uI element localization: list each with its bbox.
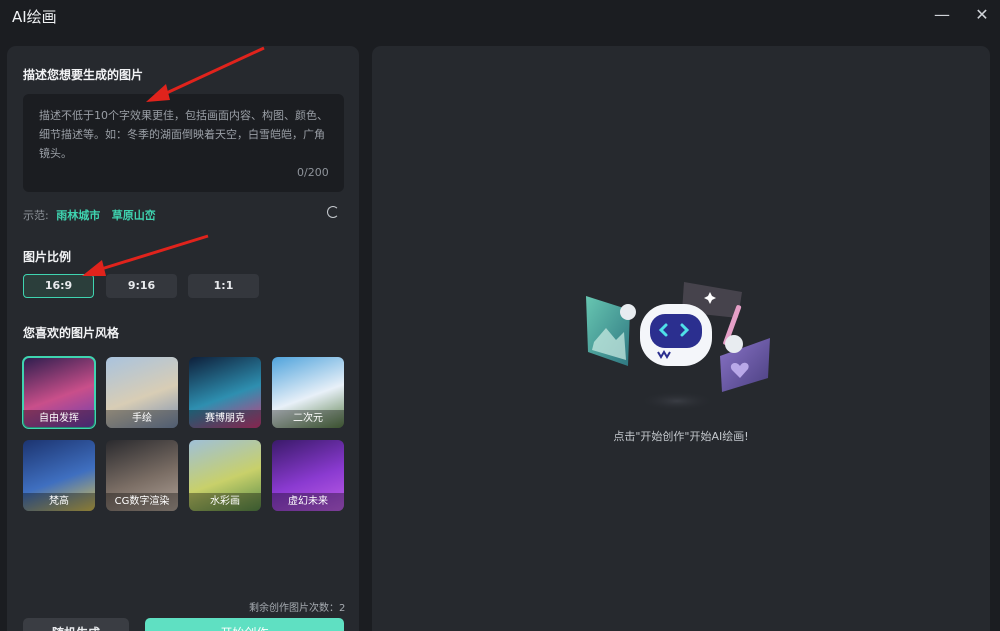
ratio-section-title: 图片比例: [23, 250, 72, 264]
robot-face-shape: [650, 314, 702, 348]
settings-panel: 描述您想要生成的图片 0/200 示范: 雨林城市 草原山峦 图片比例 16:9…: [7, 46, 359, 631]
example-row: 示范: 雨林城市 草原山峦: [23, 207, 164, 223]
orb-icon: [620, 304, 636, 320]
character-counter: 0/200: [297, 166, 329, 179]
prompt-section-title: 描述您想要生成的图片: [23, 68, 144, 82]
title-bar: AI绘画 — ✕: [0, 0, 1000, 34]
style-label: 手绘: [106, 410, 178, 428]
example-tag-grassland-mountains[interactable]: 草原山峦: [112, 209, 156, 222]
style-label: 梵高: [23, 493, 95, 511]
style-label: 自由发挥: [23, 410, 95, 428]
prompt-input[interactable]: [23, 94, 344, 192]
robot-illustration: [586, 282, 770, 411]
style-card-anime[interactable]: 二次元: [272, 357, 344, 428]
refresh-icon[interactable]: [327, 206, 339, 218]
style-card-freestyle[interactable]: 自由发挥: [22, 356, 96, 429]
style-card-watercolor[interactable]: 水彩画: [189, 440, 261, 511]
example-tag-rainforest-city[interactable]: 雨林城市: [56, 209, 100, 222]
ratio-option-16-9[interactable]: 16:9: [23, 274, 94, 298]
ratio-option-9-16[interactable]: 9:16: [106, 274, 177, 298]
style-card-van-gogh[interactable]: 梵高: [23, 440, 95, 511]
shadow-shape: [639, 391, 715, 411]
ratio-option-1-1[interactable]: 1:1: [188, 274, 259, 298]
style-label: 二次元: [272, 410, 344, 428]
preview-panel: 点击"开始创作"开始AI绘画!: [372, 46, 990, 631]
style-label: 虚幻未来: [272, 493, 344, 511]
style-label: CG数字渲染: [106, 493, 178, 511]
start-create-button[interactable]: 开始创作: [145, 618, 344, 631]
style-section-title: 您喜欢的图片风格: [23, 326, 120, 340]
style-label: 赛博朋克: [189, 410, 261, 428]
style-card-cyberpunk[interactable]: 赛博朋克: [189, 357, 261, 428]
app-title: AI绘画: [12, 8, 57, 26]
style-card-unreal-future[interactable]: 虚幻未来: [272, 440, 344, 511]
minimize-button[interactable]: —: [930, 5, 954, 25]
random-generate-button[interactable]: 随机生成: [23, 618, 129, 631]
close-button[interactable]: ✕: [970, 5, 994, 25]
style-card-hand-drawn[interactable]: 手绘: [106, 357, 178, 428]
remaining-count: 剩余创作图片次数：2: [249, 603, 346, 614]
example-label: 示范:: [23, 209, 49, 222]
style-card-cg-render[interactable]: CG数字渲染: [106, 440, 178, 511]
empty-hint: 点击"开始创作"开始AI绘画!: [613, 430, 749, 443]
orb-icon: [725, 335, 743, 353]
style-label: 水彩画: [189, 493, 261, 511]
